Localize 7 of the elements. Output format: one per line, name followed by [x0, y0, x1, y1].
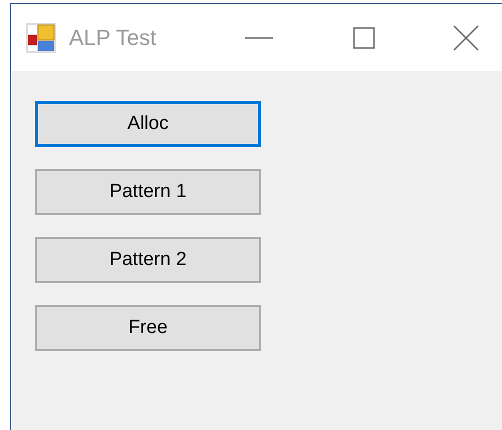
action-button[interactable]: Pattern 1	[35, 169, 261, 215]
app-icon	[26, 22, 56, 52]
action-button[interactable]: Free	[35, 305, 261, 351]
action-button[interactable]: Pattern 2	[35, 237, 261, 283]
window-title: ALP Test	[69, 24, 158, 50]
action-button[interactable]: Alloc	[35, 101, 261, 147]
close-icon[interactable]	[451, 22, 481, 52]
